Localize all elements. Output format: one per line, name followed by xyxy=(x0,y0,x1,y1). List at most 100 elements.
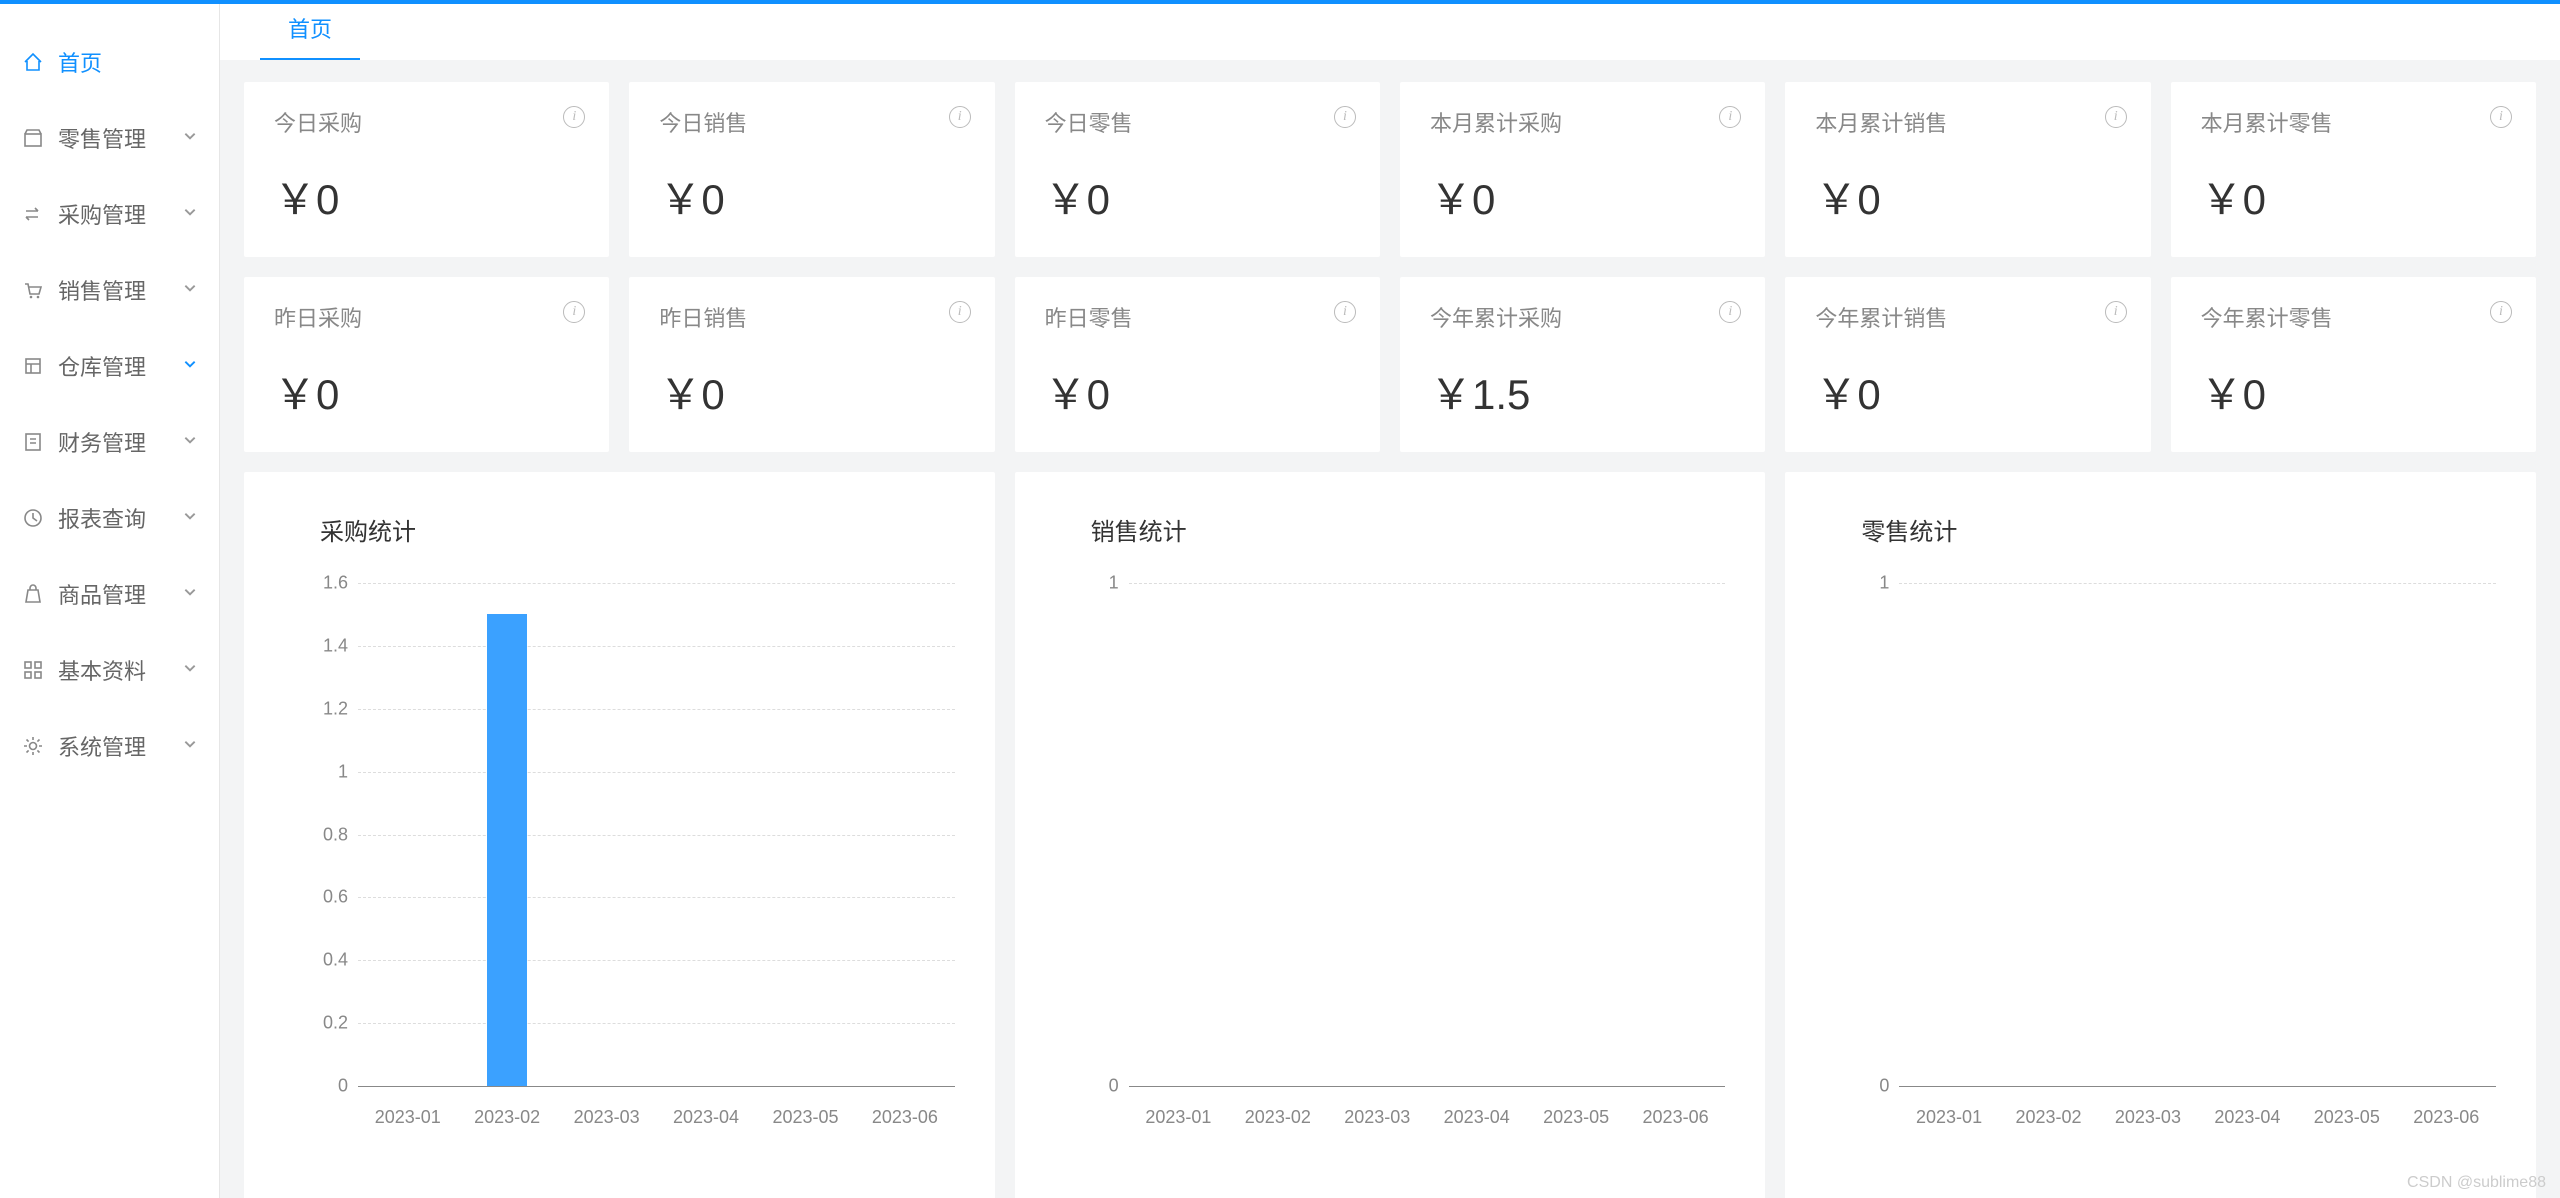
x-axis-label: 2023-04 xyxy=(1444,1107,1510,1128)
sidebar-item-grid[interactable]: 基本资料 xyxy=(0,632,219,708)
sidebar-item-finance[interactable]: 财务管理 xyxy=(0,404,219,480)
x-axis-label: 2023-01 xyxy=(1145,1107,1211,1128)
y-axis-label: 0 xyxy=(308,1076,348,1097)
chart-title: 零售统计 xyxy=(1861,512,2506,547)
info-icon[interactable]: i xyxy=(2105,106,2127,128)
x-axis-label: 2023-05 xyxy=(772,1107,838,1128)
stat-title: 今日零售 xyxy=(1045,106,1350,138)
finance-icon xyxy=(22,431,44,453)
stat-card: 今日采购 ￥0 i xyxy=(244,82,609,257)
stat-title: 本月累计采购 xyxy=(1430,106,1735,138)
stats-row-1: 今日采购￥0i今日销售￥0i今日零售￥0i本月累计采购￥0i本月累计销售￥0i本… xyxy=(244,82,2536,257)
stat-title: 昨日采购 xyxy=(274,301,579,333)
stat-value: ￥0 xyxy=(659,166,964,227)
stat-value: ￥0 xyxy=(1430,166,1735,227)
content: 今日采购￥0i今日销售￥0i今日零售￥0i本月累计采购￥0i本月累计销售￥0i本… xyxy=(220,60,2560,1198)
info-icon[interactable]: i xyxy=(2490,106,2512,128)
y-axis-label: 0.6 xyxy=(308,887,348,908)
stat-title: 今年累计销售 xyxy=(1815,301,2120,333)
chevron-down-icon xyxy=(183,661,197,680)
stat-card: 今年累计采购￥1.5i xyxy=(1400,277,1765,452)
sidebar-item-swap[interactable]: 采购管理 xyxy=(0,176,219,252)
sidebar-item-product[interactable]: 商品管理 xyxy=(0,556,219,632)
x-axis-label: 2023-03 xyxy=(2115,1107,2181,1128)
chart-plot: 00.20.40.60.811.21.41.6 xyxy=(358,583,955,1087)
stat-card: 今日零售 ￥0 i xyxy=(1015,82,1380,257)
info-icon[interactable]: i xyxy=(949,301,971,323)
grid-icon xyxy=(22,659,44,681)
stat-card: 今日销售￥0i xyxy=(629,82,994,257)
stat-value: ￥0 xyxy=(274,166,579,227)
bar[interactable] xyxy=(487,614,527,1086)
tab-home[interactable]: 首页 xyxy=(260,0,360,60)
gear-icon xyxy=(22,735,44,757)
chevron-down-icon xyxy=(183,585,197,604)
grid-line xyxy=(1899,583,2496,584)
chevron-down-icon xyxy=(183,509,197,528)
chart-area: 012023-012023-022023-032023-042023-05202… xyxy=(1845,577,2506,1137)
x-axis-label: 2023-06 xyxy=(2413,1107,2479,1128)
x-axis-label: 2023-01 xyxy=(375,1107,441,1128)
sidebar-item-label: 商品管理 xyxy=(58,578,146,610)
info-icon[interactable]: i xyxy=(1334,301,1356,323)
info-icon[interactable]: i xyxy=(1334,106,1356,128)
stat-value: ￥0 xyxy=(1045,166,1350,227)
stat-title: 今年累计零售 xyxy=(2201,301,2506,333)
info-icon[interactable]: i xyxy=(2490,301,2512,323)
sidebar-item-report[interactable]: 报表查询 xyxy=(0,480,219,556)
info-icon[interactable]: i xyxy=(949,106,971,128)
info-icon[interactable]: i xyxy=(563,106,585,128)
shop-icon xyxy=(22,127,44,149)
chart-plot: 01 xyxy=(1899,583,2496,1087)
stat-title: 今日采购 xyxy=(274,106,579,138)
x-axis-label: 2023-03 xyxy=(574,1107,640,1128)
swap-icon xyxy=(22,203,44,225)
chart-card: 采购统计 00.20.40.60.811.21.41.6 2023-01 2023-0… xyxy=(244,472,995,1198)
y-axis-label: 1 xyxy=(308,761,348,782)
x-axis-label: 2023-06 xyxy=(1643,1107,1709,1128)
sidebar-item-home[interactable]: 首页 xyxy=(0,24,219,100)
y-axis-label: 0.2 xyxy=(308,1013,348,1034)
sidebar-item-label: 财务管理 xyxy=(58,426,146,458)
stat-title: 本月累计销售 xyxy=(1815,106,2120,138)
stat-card: 本月累计零售￥0i xyxy=(2171,82,2536,257)
chevron-down-icon xyxy=(183,205,197,224)
stat-value: ￥0 xyxy=(1815,166,2120,227)
x-axis-label: 2023-04 xyxy=(2214,1107,2280,1128)
main-area: 首页 今日采购￥0i今日销售￥0i今日零售￥0i本月累计采购￥0i本月累计销售￥… xyxy=(220,4,2560,1198)
stat-value: ￥0 xyxy=(659,361,964,422)
chart-area: 00.20.40.60.811.21.41.6 2023-01 2023-02 202… xyxy=(304,577,965,1137)
info-icon[interactable]: i xyxy=(1719,106,1741,128)
y-axis-label: 1.2 xyxy=(308,698,348,719)
grid-line xyxy=(358,646,955,647)
stat-value: ￥0 xyxy=(274,361,579,422)
info-icon[interactable]: i xyxy=(2105,301,2127,323)
sidebar-item-label: 首页 xyxy=(58,46,102,78)
info-icon[interactable]: i xyxy=(563,301,585,323)
stat-value: ￥0 xyxy=(1045,361,1350,422)
stat-card: 今年累计销售￥0i xyxy=(1785,277,2150,452)
stat-card: 昨日销售￥0i xyxy=(629,277,994,452)
sidebar-item-cart[interactable]: 销售管理 xyxy=(0,252,219,328)
grid-line xyxy=(358,960,955,961)
stat-title: 本月累计零售 xyxy=(2201,106,2506,138)
stat-card: 今年累计零售 ￥0 i xyxy=(2171,277,2536,452)
stat-title: 昨日零售 xyxy=(1045,301,1350,333)
info-icon[interactable]: i xyxy=(1719,301,1741,323)
chart-title: 采购统计 xyxy=(320,512,965,547)
sidebar-item-label: 采购管理 xyxy=(58,198,146,230)
x-axis-label: 2023-02 xyxy=(474,1107,540,1128)
sidebar-item-gear[interactable]: 系统管理 xyxy=(0,708,219,784)
stat-value: ￥0 xyxy=(2201,361,2506,422)
sidebar-item-label: 基本资料 xyxy=(58,654,146,686)
home-icon xyxy=(22,51,44,73)
chevron-down-icon xyxy=(183,281,197,300)
chevron-down-icon xyxy=(183,129,197,148)
x-axis-label: 2023-01 xyxy=(1916,1107,1982,1128)
sidebar-item-warehouse[interactable]: 仓库管理 xyxy=(0,328,219,404)
tabs-bar: 首页 xyxy=(220,4,2560,60)
sidebar-item-shop[interactable]: 零售管理 xyxy=(0,100,219,176)
y-axis-label: 1.4 xyxy=(308,635,348,656)
chart-title: 销售统计 xyxy=(1091,512,1736,547)
sidebar: 首页零售管理采购管理销售管理仓库管理财务管理报表查询商品管理基本资料系统管理 xyxy=(0,4,220,1198)
